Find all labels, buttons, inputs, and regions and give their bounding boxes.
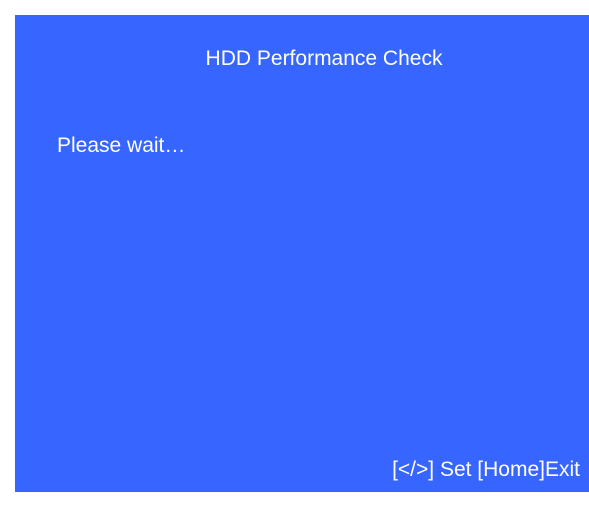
hdd-check-screen: HDD Performance Check Please wait… [</>]… — [15, 15, 589, 492]
key-hint-footer: [</>] Set [Home]Exit — [392, 458, 580, 481]
status-message: Please wait… — [57, 134, 186, 157]
page: HDD Performance Check Please wait… [</>]… — [0, 0, 589, 505]
screen-title: HDD Performance Check — [205, 47, 443, 70]
